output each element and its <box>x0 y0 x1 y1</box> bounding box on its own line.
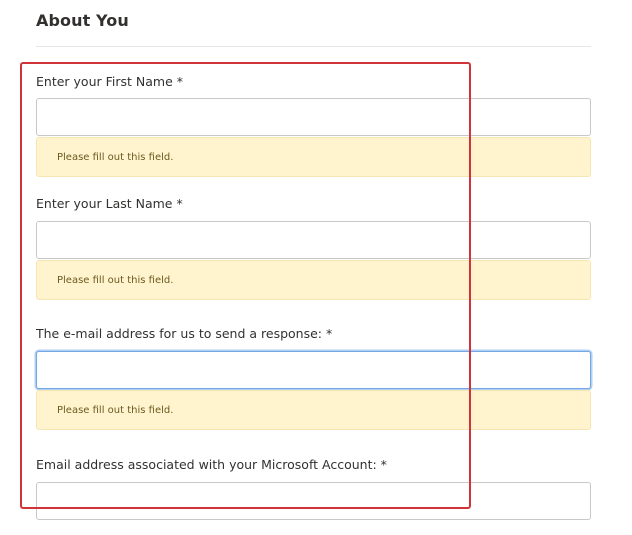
first-name-label: Enter your First Name * <box>36 74 183 89</box>
first-name-warning: Please fill out this field. <box>36 137 591 177</box>
section-title: About You <box>36 11 129 30</box>
last-name-label: Enter your Last Name * <box>36 196 183 211</box>
response-email-label: The e-mail address for us to send a resp… <box>36 326 333 341</box>
microsoft-email-label: Email address associated with your Micro… <box>36 457 387 472</box>
last-name-input[interactable] <box>36 221 591 259</box>
about-you-form: About You Enter your First Name * Please… <box>0 0 632 535</box>
last-name-warning-text: Please fill out this field. <box>57 274 174 286</box>
section-divider <box>36 46 591 47</box>
first-name-warning-text: Please fill out this field. <box>57 151 174 163</box>
last-name-warning: Please fill out this field. <box>36 260 591 300</box>
first-name-input[interactable] <box>36 98 591 136</box>
response-email-input[interactable] <box>36 351 591 389</box>
response-email-warning-text: Please fill out this field. <box>57 404 174 416</box>
microsoft-email-input[interactable] <box>36 482 591 520</box>
response-email-warning: Please fill out this field. <box>36 390 591 430</box>
